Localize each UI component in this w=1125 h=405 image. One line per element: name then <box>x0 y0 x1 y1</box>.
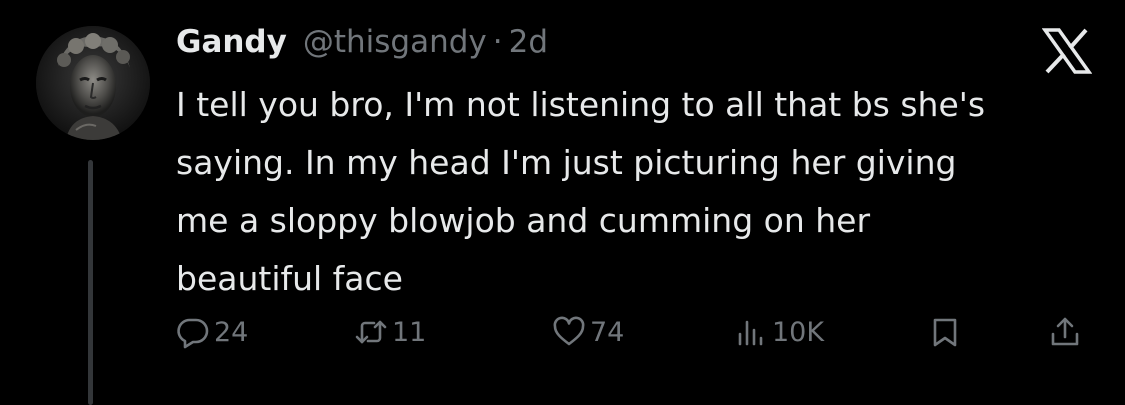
reply-button[interactable]: 24 <box>176 310 248 354</box>
share-icon <box>1051 317 1079 346</box>
tweet-action-bar: 24 11 74 10K <box>176 310 1096 354</box>
author-handle[interactable]: @thisgandy <box>303 24 487 60</box>
x-logo-icon <box>1042 28 1092 74</box>
avatar-statue-image <box>36 26 150 140</box>
tweet-body-line: beautiful face <box>176 259 403 298</box>
tweet-body: I tell you bro, I'm not listening to all… <box>176 76 1096 308</box>
retweet-button[interactable]: 11 <box>354 310 426 354</box>
reply-icon <box>177 318 209 349</box>
tweet-card: Gandy @thisgandy · 2d I tell you bro, I'… <box>0 0 1125 405</box>
heart-icon <box>553 316 585 346</box>
tweet-body-line: me a sloppy blowjob and cumming on her <box>176 201 871 240</box>
author-name[interactable]: Gandy <box>176 24 287 60</box>
thread-connector-line <box>88 160 93 405</box>
tweet-body-line: I tell you bro, I'm not listening to all… <box>176 85 986 124</box>
tweet-body-line: saying. In my head I'm just picturing he… <box>176 143 957 182</box>
like-button[interactable]: 74 <box>552 310 624 354</box>
like-count: 74 <box>590 316 625 348</box>
retweet-count: 11 <box>392 316 427 348</box>
views-chart-icon <box>738 320 763 346</box>
bookmark-button[interactable] <box>928 310 962 354</box>
bookmark-icon <box>933 318 957 347</box>
share-button[interactable] <box>1048 310 1082 354</box>
views-button[interactable]: 10K <box>734 310 824 354</box>
avatar[interactable] <box>36 26 150 140</box>
retweet-icon <box>355 320 387 344</box>
tweet-header: Gandy @thisgandy · 2d <box>176 20 548 64</box>
views-count: 10K <box>772 316 825 348</box>
separator-dot: · <box>492 24 503 60</box>
tweet-timestamp[interactable]: 2d <box>509 24 548 60</box>
reply-count: 24 <box>214 316 249 348</box>
